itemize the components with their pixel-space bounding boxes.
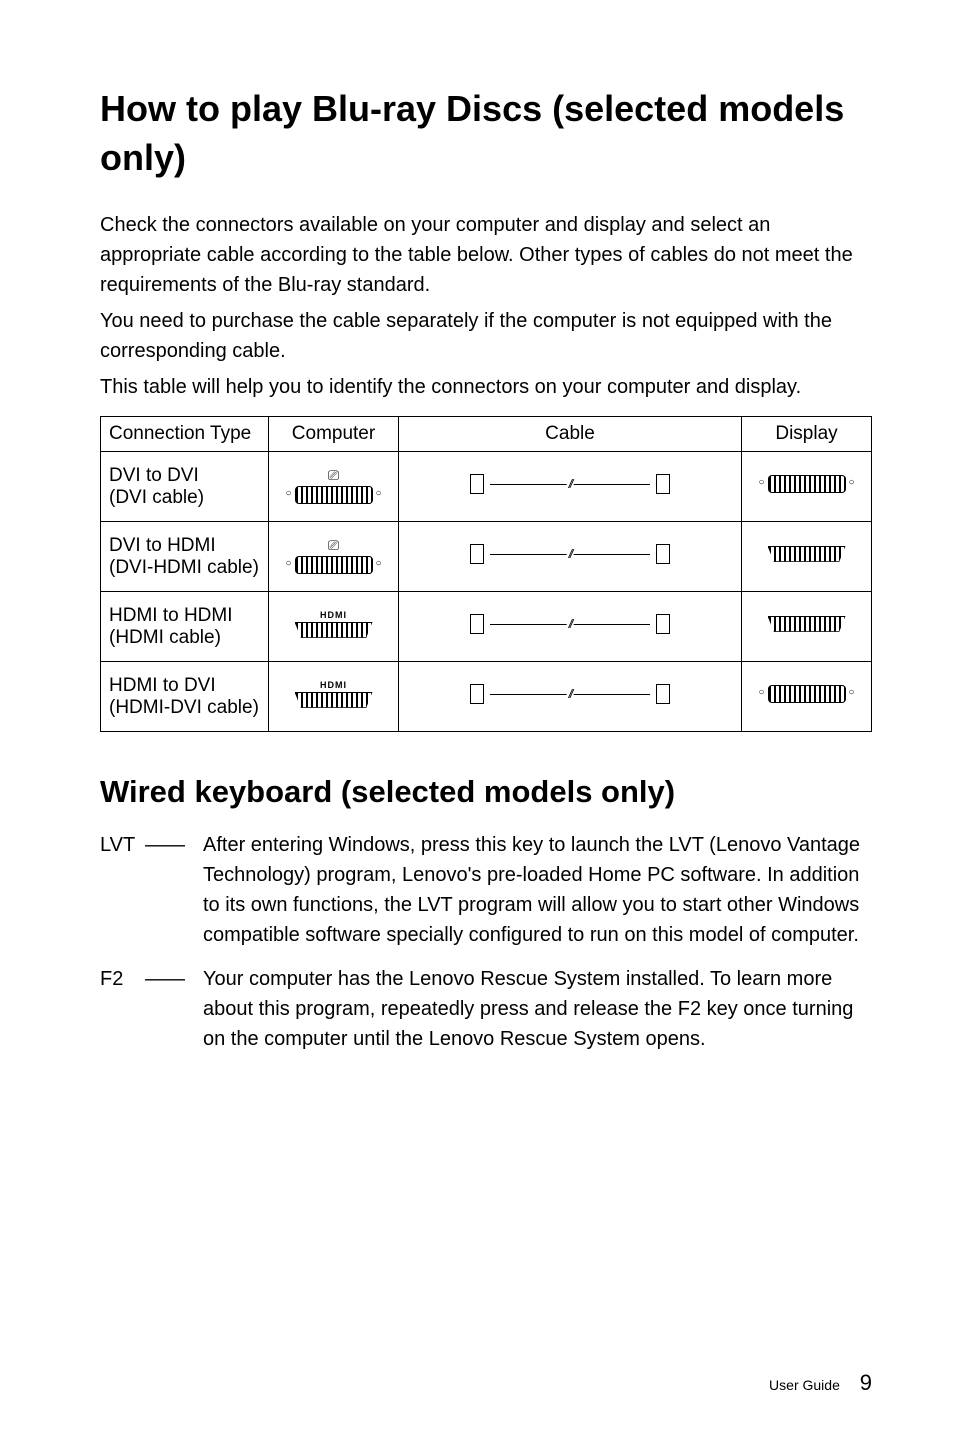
dvi-symbol-icon: ⎚ xyxy=(328,467,339,483)
heading-keyboard: Wired keyboard (selected models only) xyxy=(100,774,872,810)
cell-cable-icon: // xyxy=(399,452,742,522)
cell-computer-icon: ⎚ xyxy=(269,522,399,592)
definition-text: After entering Windows, press this key t… xyxy=(203,830,872,950)
col-connection-type: Connection Type xyxy=(101,417,269,452)
hdmi-port-icon xyxy=(295,692,373,708)
cell-computer-icon: HDMI xyxy=(269,662,399,732)
definition-key-f2: F2 xyxy=(100,964,145,994)
intro-paragraph-3: This table will help you to identify the… xyxy=(100,372,872,402)
footer-page-number: 9 xyxy=(860,1370,872,1395)
dvi-port-icon xyxy=(768,685,846,703)
intro-paragraph-1: Check the connectors available on your c… xyxy=(100,210,872,300)
cell-type: HDMI to HDMI (HDMI cable) xyxy=(101,592,269,662)
hdmi-port-icon xyxy=(768,546,846,562)
footer-label: User Guide xyxy=(769,1377,840,1393)
definition-row: F2 —— Your computer has the Lenovo Rescu… xyxy=(100,964,872,1054)
heading-bluray: How to play Blu-ray Discs (selected mode… xyxy=(100,85,872,182)
hdmi-label: HDMI xyxy=(277,680,390,690)
table-row: HDMI to HDMI (HDMI cable) HDMI // xyxy=(101,592,872,662)
cell-type: DVI to HDMI (DVI-HDMI cable) xyxy=(101,522,269,592)
intro-paragraph-2: You need to purchase the cable separatel… xyxy=(100,306,872,366)
table-header-row: Connection Type Computer Cable Display xyxy=(101,417,872,452)
hdmi-port-icon xyxy=(768,616,846,632)
cell-display-icon xyxy=(742,592,872,662)
cell-computer-icon: HDMI xyxy=(269,592,399,662)
definition-text: Your computer has the Lenovo Rescue Syst… xyxy=(203,964,872,1054)
cell-cable-icon: // xyxy=(399,592,742,662)
cell-cable-icon: // xyxy=(399,522,742,592)
col-display: Display xyxy=(742,417,872,452)
cable-hdmi-hdmi-icon: // xyxy=(470,608,670,640)
hdmi-port-icon xyxy=(295,622,373,638)
definition-dash: —— xyxy=(145,830,203,860)
dvi-port-icon xyxy=(295,556,373,574)
cable-dvi-dvi-icon: // xyxy=(470,468,670,500)
table-row: DVI to DVI (DVI cable) ⎚ // xyxy=(101,452,872,522)
cell-type: DVI to DVI (DVI cable) xyxy=(101,452,269,522)
dvi-symbol-icon: ⎚ xyxy=(328,537,339,553)
definition-row: LVT —— After entering Windows, press thi… xyxy=(100,830,872,950)
cable-hdmi-dvi-icon: // xyxy=(470,678,670,710)
dvi-port-icon xyxy=(295,486,373,504)
dvi-port-icon xyxy=(768,475,846,493)
table-row: HDMI to DVI (HDMI-DVI cable) HDMI // xyxy=(101,662,872,732)
cell-display-icon xyxy=(742,522,872,592)
cable-dvi-hdmi-icon: // xyxy=(470,538,670,570)
hdmi-label: HDMI xyxy=(277,610,390,620)
cell-display-icon xyxy=(742,452,872,522)
col-computer: Computer xyxy=(269,417,399,452)
cell-computer-icon: ⎚ xyxy=(269,452,399,522)
cell-type: HDMI to DVI (HDMI-DVI cable) xyxy=(101,662,269,732)
definition-dash: —— xyxy=(145,964,203,994)
table-row: DVI to HDMI (DVI-HDMI cable) ⎚ // xyxy=(101,522,872,592)
page-footer: User Guide 9 xyxy=(769,1370,872,1396)
col-cable: Cable xyxy=(399,417,742,452)
cell-display-icon xyxy=(742,662,872,732)
connector-table: Connection Type Computer Cable Display D… xyxy=(100,416,872,732)
cell-cable-icon: // xyxy=(399,662,742,732)
definition-list: LVT —— After entering Windows, press thi… xyxy=(100,830,872,1054)
definition-key-lvt: LVT xyxy=(100,830,145,860)
